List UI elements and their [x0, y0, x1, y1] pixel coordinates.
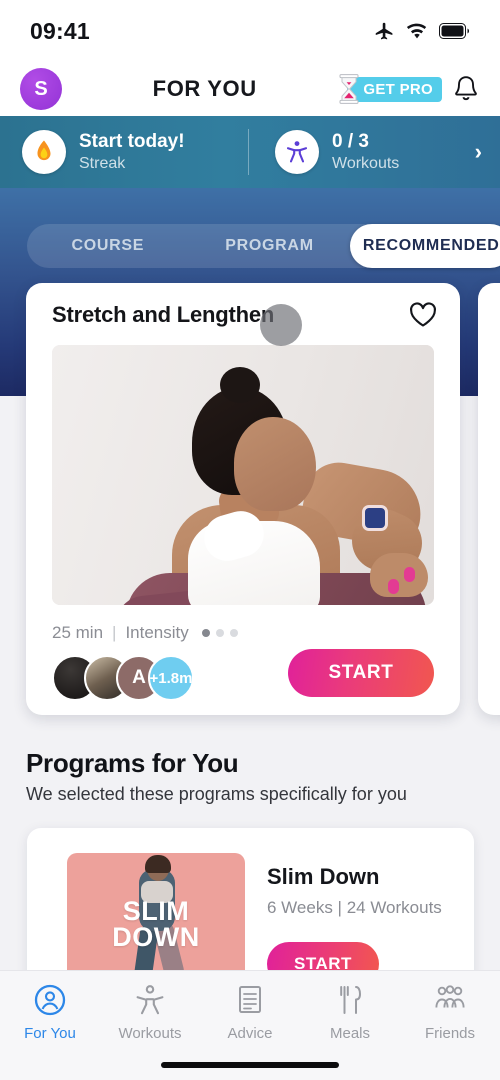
people-group-icon: [433, 983, 467, 1017]
hourglass-icon: [337, 74, 361, 104]
workout-duration: 25 min: [52, 623, 104, 642]
tab-program[interactable]: PROGRAM: [189, 224, 351, 268]
get-pro-button[interactable]: GET PRO: [339, 74, 442, 104]
nav-item-friends[interactable]: Friends: [400, 983, 500, 1042]
start-button[interactable]: START: [288, 649, 434, 697]
bell-icon[interactable]: [452, 74, 480, 104]
participant-avatars[interactable]: A +1.8m: [52, 655, 194, 701]
program-thumbnail: SLIM DOWN: [67, 853, 245, 988]
program-meta: 6 Weeks | 24 Workouts: [267, 898, 442, 917]
workout-thumbnail: [52, 345, 434, 605]
document-lines-icon: [233, 983, 267, 1017]
workout-intensity-label: Intensity: [125, 623, 189, 642]
home-indicator: [161, 1062, 339, 1068]
flame-icon: [22, 130, 66, 174]
avatar[interactable]: S: [20, 68, 62, 110]
tab-course[interactable]: COURSE: [27, 224, 189, 268]
nav-item-meals[interactable]: Meals: [300, 983, 400, 1042]
program-thumbnail-label: SLIM DOWN: [67, 896, 245, 952]
page-title: FOR YOU: [152, 76, 257, 101]
nav-label: Workouts: [118, 1025, 182, 1042]
battery-icon: [439, 23, 470, 39]
meta-separator: |: [112, 623, 117, 642]
nav-item-workouts[interactable]: Workouts: [100, 983, 200, 1042]
nav-label: Friends: [424, 1025, 476, 1042]
person-stretch-icon: [275, 130, 319, 174]
streak-subtitle: Streak: [79, 154, 126, 172]
cursor-indicator: [260, 304, 302, 346]
workout-title: Stretch and Lengthen: [52, 302, 275, 327]
heart-outline-icon[interactable]: [408, 301, 438, 329]
workouts-stat[interactable]: 0 / 3 Workouts: [249, 130, 449, 174]
header-actions: GET PRO: [339, 74, 480, 104]
status-icons: [374, 21, 470, 42]
airplane-mode-icon: [374, 21, 395, 42]
nav-item-for-you[interactable]: For You: [0, 983, 100, 1042]
programs-section-subtitle: We selected these programs specifically …: [26, 784, 407, 804]
chevron-right-icon[interactable]: ›: [475, 141, 482, 163]
participants-count-badge: +1.8m: [148, 655, 194, 701]
intensity-dot: [201, 629, 210, 637]
workouts-count: 0 / 3: [332, 130, 369, 152]
program-thumb-line2: DOWN: [112, 921, 200, 952]
streak-title: Start today!: [79, 130, 185, 152]
wifi-icon: [406, 23, 428, 40]
segmented-tabs: COURSE PROGRAM RECOMMENDED: [27, 224, 500, 268]
workout-card[interactable]: Stretch and Lengthen 25 min | Intensity …: [26, 283, 460, 715]
streak-text: Start today! Streak: [79, 131, 185, 173]
person-stretch-icon: [133, 983, 167, 1017]
programs-section-title: Programs for You: [26, 748, 239, 778]
workout-card-header: Stretch and Lengthen: [26, 283, 460, 329]
nav-label: Meals: [329, 1025, 370, 1042]
nav-item-advice[interactable]: Advice: [200, 983, 300, 1042]
nav-label: Advice: [227, 1025, 273, 1042]
workout-meta: 25 min | Intensity: [26, 605, 460, 643]
intensity-dot: [229, 629, 238, 637]
program-info: Slim Down 6 Weeks | 24 Workouts: [267, 864, 442, 918]
workout-card-footer: A +1.8m START: [26, 643, 460, 715]
streak-stat[interactable]: Start today! Streak: [0, 130, 248, 174]
get-pro-label: GET PRO: [347, 76, 442, 102]
program-card[interactable]: SLIM DOWN Slim Down 6 Weeks | 24 Workout…: [27, 828, 474, 988]
program-title: Slim Down: [267, 864, 380, 889]
bottom-navigation: For You Workouts Advice Meals Friends: [0, 970, 500, 1080]
app-header: S FOR YOU GET PRO: [0, 62, 500, 116]
program-thumb-line1: SLIM: [122, 896, 190, 926]
nav-label: For You: [24, 1025, 76, 1042]
status-time: 09:41: [30, 17, 90, 44]
workouts-text: 0 / 3 Workouts: [332, 131, 399, 173]
workouts-subtitle: Workouts: [332, 154, 400, 172]
stats-bar[interactable]: Start today! Streak 0 / 3 Workouts ›: [0, 116, 500, 188]
intensity-dots: [201, 629, 238, 637]
tab-recommended[interactable]: RECOMMENDED: [350, 224, 500, 268]
fork-knife-icon: [333, 983, 367, 1017]
status-bar: 09:41: [0, 0, 500, 62]
workout-card-next-peek[interactable]: [478, 283, 500, 715]
person-circle-icon: [33, 983, 67, 1017]
app-screen: 09:41 S FOR YOU GET PRO Start today! Str…: [0, 0, 500, 1080]
intensity-dot: [215, 629, 224, 637]
